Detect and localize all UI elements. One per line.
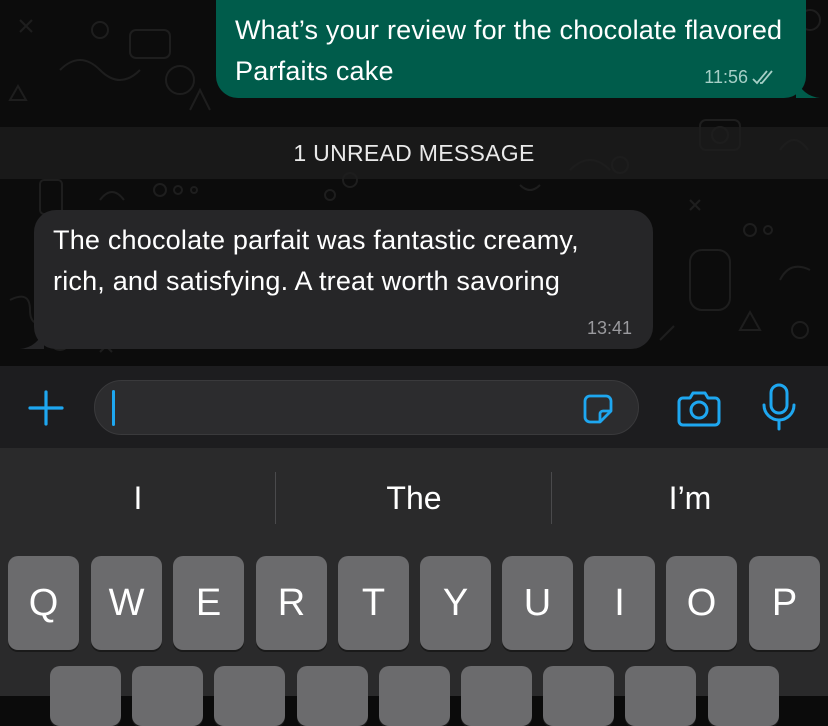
text-cursor	[112, 390, 115, 426]
suggestion-1[interactable]: I	[0, 472, 276, 524]
key-t[interactable]: T	[338, 556, 409, 650]
double-check-icon	[752, 69, 773, 84]
suggestion-3[interactable]: I’m	[552, 472, 828, 524]
key-row2-partial[interactable]	[708, 666, 779, 726]
incoming-message-bubble[interactable]: The chocolate parfait was fantastic crea…	[20, 210, 653, 349]
key-r[interactable]: R	[256, 556, 327, 650]
suggestion-divider	[551, 472, 552, 524]
message-composer-bar	[0, 366, 828, 448]
key-row2-partial[interactable]	[543, 666, 614, 726]
key-y[interactable]: Y	[420, 556, 491, 650]
key-row2-partial[interactable]	[461, 666, 532, 726]
incoming-message-text: The chocolate parfait was fantastic crea…	[53, 225, 579, 296]
outgoing-message-meta: 11:56	[704, 67, 776, 88]
message-input[interactable]	[109, 389, 583, 429]
outgoing-message-bubble[interactable]: What’s your review for the chocolate fla…	[216, 0, 820, 98]
key-o[interactable]: O	[666, 556, 737, 650]
suggestion-divider	[275, 472, 276, 524]
key-row2-partial[interactable]	[50, 666, 121, 726]
predictive-text-bar: I The I’m	[0, 472, 828, 524]
chat-area: What’s your review for the chocolate fla…	[0, 0, 828, 366]
on-screen-keyboard: I The I’m Q W E R T Y U I O P	[0, 448, 828, 726]
key-u[interactable]: U	[502, 556, 573, 650]
camera-icon[interactable]	[677, 388, 721, 428]
outgoing-bubble-tail	[796, 78, 820, 98]
unread-messages-label: 1 UNREAD MESSAGE	[293, 139, 535, 166]
microphone-icon[interactable]	[760, 383, 798, 431]
key-p[interactable]: P	[749, 556, 820, 650]
suggestion-2[interactable]: The	[276, 472, 552, 524]
plus-icon[interactable]	[26, 388, 66, 428]
key-row2-partial[interactable]	[214, 666, 285, 726]
sticker-icon[interactable]	[582, 393, 614, 425]
key-row2-partial[interactable]	[132, 666, 203, 726]
key-row2-partial[interactable]	[379, 666, 450, 726]
key-w[interactable]: W	[91, 556, 162, 650]
unread-messages-divider: 1 UNREAD MESSAGE	[0, 127, 828, 179]
key-row2-partial[interactable]	[625, 666, 696, 726]
key-i[interactable]: I	[584, 556, 655, 650]
message-text-field[interactable]	[94, 380, 639, 435]
key-row2-partial[interactable]	[297, 666, 368, 726]
incoming-bubble-tail	[20, 329, 44, 349]
outgoing-message-time: 11:56	[704, 67, 748, 87]
incoming-message-time: 13:41	[586, 318, 632, 338]
key-q[interactable]: Q	[8, 556, 79, 650]
key-e[interactable]: E	[173, 556, 244, 650]
